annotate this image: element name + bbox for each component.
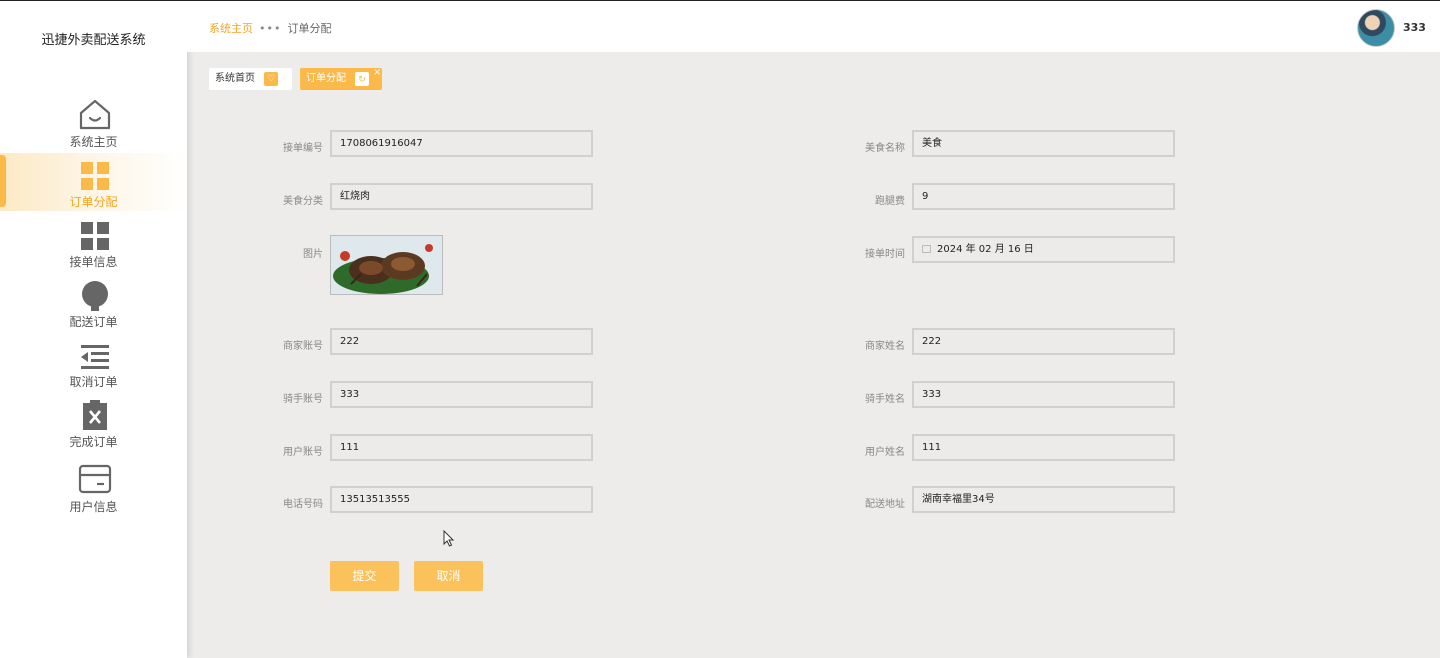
grid-icon: [81, 162, 109, 190]
cancel-button[interactable]: 取消: [414, 561, 483, 591]
food-category-label: 美食分类: [283, 196, 323, 207]
user-account-label: 用户账号: [283, 447, 323, 458]
tab-home[interactable]: 系统首页 ♡: [209, 68, 292, 90]
address-field[interactable]: 湖南幸福里34号: [912, 486, 1175, 513]
sidebar-item-label: 系统主页: [69, 135, 118, 149]
sidebar: 迅捷外卖配送系统 系统主页 订单分配 接单信息 配送订单 取消订单 完成订单 用…: [0, 0, 187, 658]
heart-icon: ♡: [264, 72, 278, 86]
sidebar-item-label: 接单信息: [69, 255, 118, 269]
more-icon: •••: [259, 22, 282, 35]
top-header: 系统主页 ••• 订单分配 333: [187, 0, 1440, 52]
calendar-icon: [922, 245, 931, 253]
user-name-field[interactable]: 111: [912, 434, 1175, 461]
food-category-field[interactable]: 红烧肉: [330, 183, 593, 210]
submit-button[interactable]: 提交: [330, 561, 399, 591]
delivery-fee-field[interactable]: 9: [912, 183, 1175, 210]
sidebar-item-label: 配送订单: [69, 315, 118, 329]
home-icon: [79, 99, 111, 130]
breadcrumb-current: 订单分配: [287, 22, 332, 35]
rider-name-field[interactable]: 333: [912, 381, 1175, 408]
breadcrumb-home[interactable]: 系统主页: [209, 22, 253, 35]
tab-order-assign[interactable]: 订单分配 ↻ ×: [300, 67, 382, 90]
tab-label: 系统首页: [215, 73, 255, 84]
food-photo: [331, 236, 442, 294]
refresh-icon[interactable]: ↻: [355, 72, 369, 86]
sidebar-item-label: 用户信息: [69, 500, 118, 514]
tab-label: 订单分配: [306, 73, 346, 84]
delivery-fee-label: 跑腿费: [875, 196, 905, 207]
sidebar-item-cancel[interactable]: 取消订单: [0, 333, 187, 391]
phone-label: 电话号码: [283, 499, 323, 510]
image-label: 图片: [303, 249, 323, 260]
app-title: 迅捷外卖配送系统: [41, 33, 146, 48]
card-icon: [78, 464, 112, 494]
address-label: 配送地址: [865, 499, 905, 510]
clipboard-x-icon: [83, 400, 107, 430]
sidebar-item-order-info[interactable]: 接单信息: [0, 213, 187, 271]
user-account-field[interactable]: 111: [330, 434, 593, 461]
rider-name-label: 骑手姓名: [865, 394, 905, 405]
order-no-label: 接单编号: [283, 143, 323, 154]
sidebar-item-order-assign[interactable]: 订单分配: [0, 153, 187, 211]
merchant-account-label: 商家账号: [283, 341, 323, 352]
food-image[interactable]: [330, 235, 443, 295]
food-name-field[interactable]: 美食: [912, 130, 1175, 157]
order-no-field[interactable]: 1708061916047: [330, 130, 593, 157]
sidebar-item-label: 完成订单: [69, 435, 118, 449]
sidebar-item-label: 取消订单: [69, 375, 118, 389]
user-name-label: 用户姓名: [865, 447, 905, 458]
avatar[interactable]: [1357, 9, 1395, 47]
rider-account-field[interactable]: 333: [330, 381, 593, 408]
merchant-account-field[interactable]: 222: [330, 328, 593, 355]
food-name-label: 美食名称: [865, 143, 905, 154]
bulb-icon: [82, 281, 108, 311]
close-icon[interactable]: ×: [373, 62, 381, 84]
breadcrumb: 系统主页 ••• 订单分配: [209, 20, 331, 36]
sidebar-item-delivery[interactable]: 配送订单: [0, 273, 187, 331]
sidebar-item-user-info[interactable]: 用户信息: [0, 457, 187, 515]
order-time-value: 2024 年 02 月 16 日: [937, 244, 1034, 255]
sidebar-item-home[interactable]: 系统主页: [0, 93, 187, 151]
order-time-label: 接单时间: [865, 249, 905, 260]
user-name[interactable]: 333: [1403, 21, 1426, 34]
list-indent-icon: [81, 345, 109, 369]
merchant-name-field[interactable]: 222: [912, 328, 1175, 355]
phone-field[interactable]: 13513513555: [330, 486, 593, 513]
grid-icon: [81, 222, 109, 250]
mouse-cursor-icon: [443, 530, 455, 547]
sidebar-item-complete[interactable]: 完成订单: [0, 393, 187, 451]
merchant-name-label: 商家姓名: [865, 341, 905, 352]
sidebar-item-label: 订单分配: [69, 195, 118, 209]
order-time-field[interactable]: 2024 年 02 月 16 日: [912, 236, 1175, 263]
rider-account-label: 骑手账号: [283, 394, 323, 405]
